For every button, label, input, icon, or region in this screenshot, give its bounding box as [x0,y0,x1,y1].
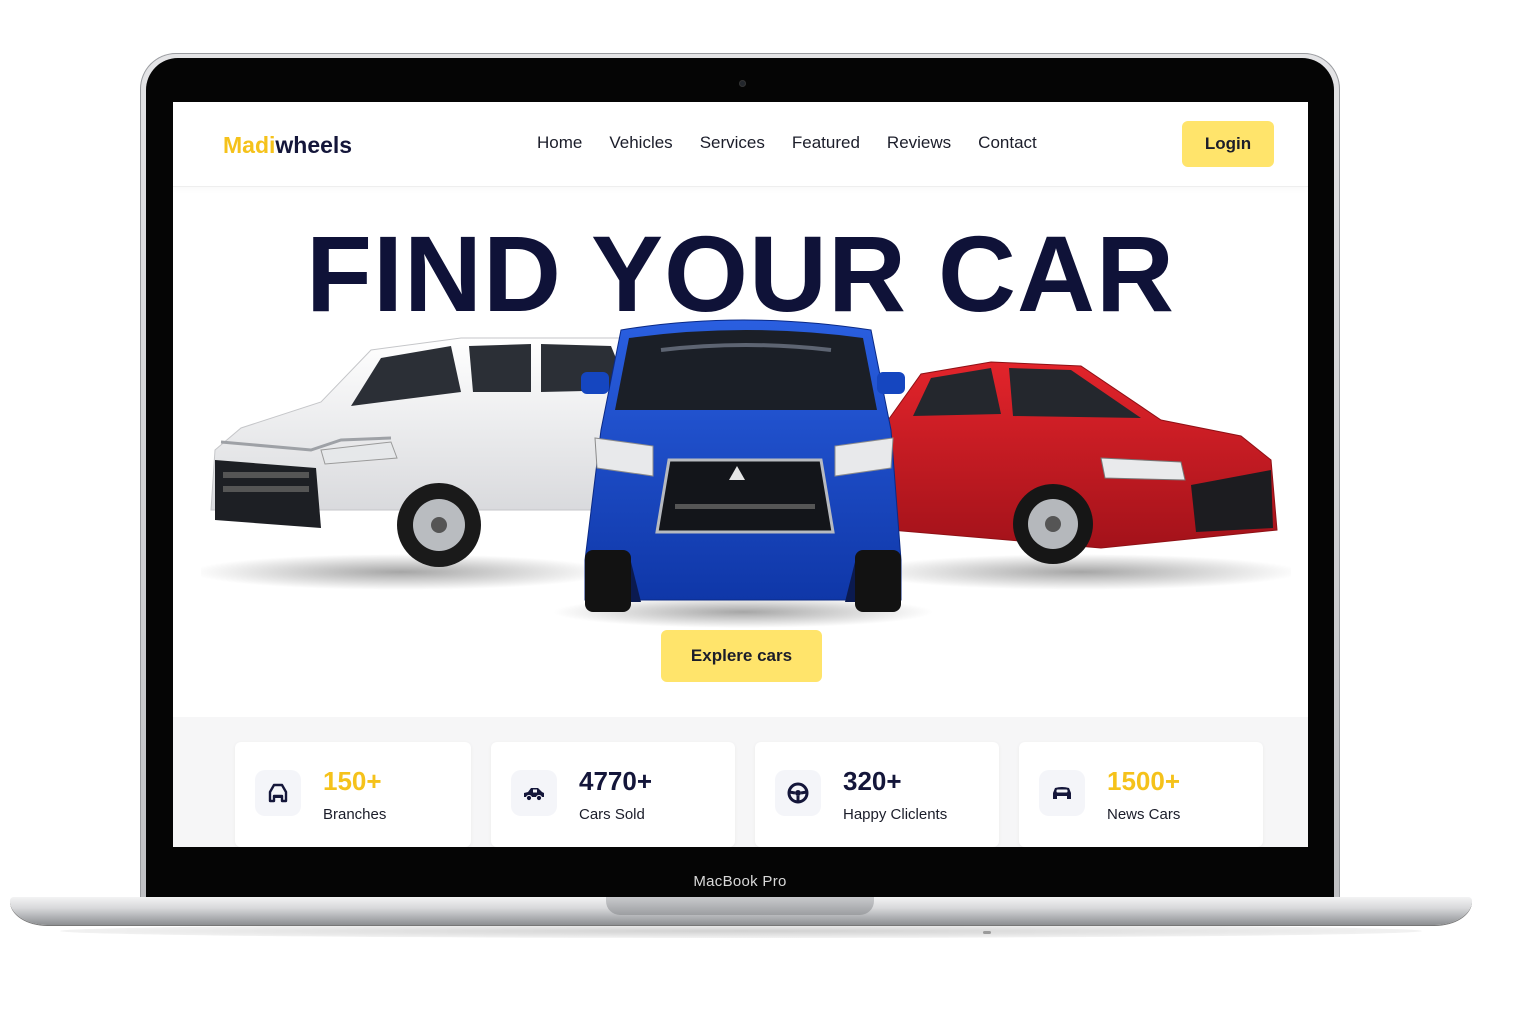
hero-cars-image [201,319,1291,628]
stat-label: News Cars [1107,806,1181,823]
main-menu: Home Vehicles Services Featured Reviews … [537,133,1037,153]
stats-section: 150+ Branches 4770+ Cars Sold 320+ Happy… [173,717,1308,847]
stat-value: 1500+ [1107,766,1181,796]
laptop-shadow [60,924,1422,938]
stat-card-branches: 150+ Branches [235,742,471,847]
stat-card-new-cars: 1500+ News Cars [1019,742,1263,847]
stat-value: 4770+ [579,766,653,796]
nav-link-contact[interactable]: Contact [978,133,1037,153]
white-suv [210,337,642,567]
laptop-notch [606,897,874,915]
bezel-label: MacBook Pro [693,873,787,890]
steering-wheel-icon [775,770,821,816]
stat-value: 320+ [843,766,902,796]
stat-label: Cars Sold [579,806,645,823]
car-front-icon [1039,770,1085,816]
logo-accent-text: Madi [223,132,276,158]
top-navbar: Madiwheels Home Vehicles Services Featur… [173,102,1308,187]
website-screen: Madiwheels Home Vehicles Services Featur… [173,102,1308,847]
nav-link-services[interactable]: Services [700,133,765,153]
camera-icon [739,80,746,87]
nav-link-featured[interactable]: Featured [792,133,860,153]
stat-card-cars-sold: 4770+ Cars Sold [491,742,735,847]
login-button[interactable]: Login [1182,121,1274,167]
laptop-foot [983,931,991,934]
stat-label: Happy Cliclents [843,806,948,823]
car-side-icon [511,770,557,816]
red-sedan [880,361,1278,564]
nav-link-vehicles[interactable]: Vehicles [609,133,672,153]
stat-value: 150+ [323,766,382,796]
stat-label: Branches [323,806,387,823]
logo-text: wheels [275,132,353,158]
nav-link-reviews[interactable]: Reviews [887,133,951,153]
explore-cars-button[interactable]: Explere cars [661,630,822,682]
garage-icon [255,770,301,816]
site-logo[interactable]: Madiwheels [223,132,352,159]
stat-card-happy-clients: 320+ Happy Cliclents [755,742,999,847]
blue-crossover [581,319,905,612]
nav-link-home[interactable]: Home [537,133,582,153]
